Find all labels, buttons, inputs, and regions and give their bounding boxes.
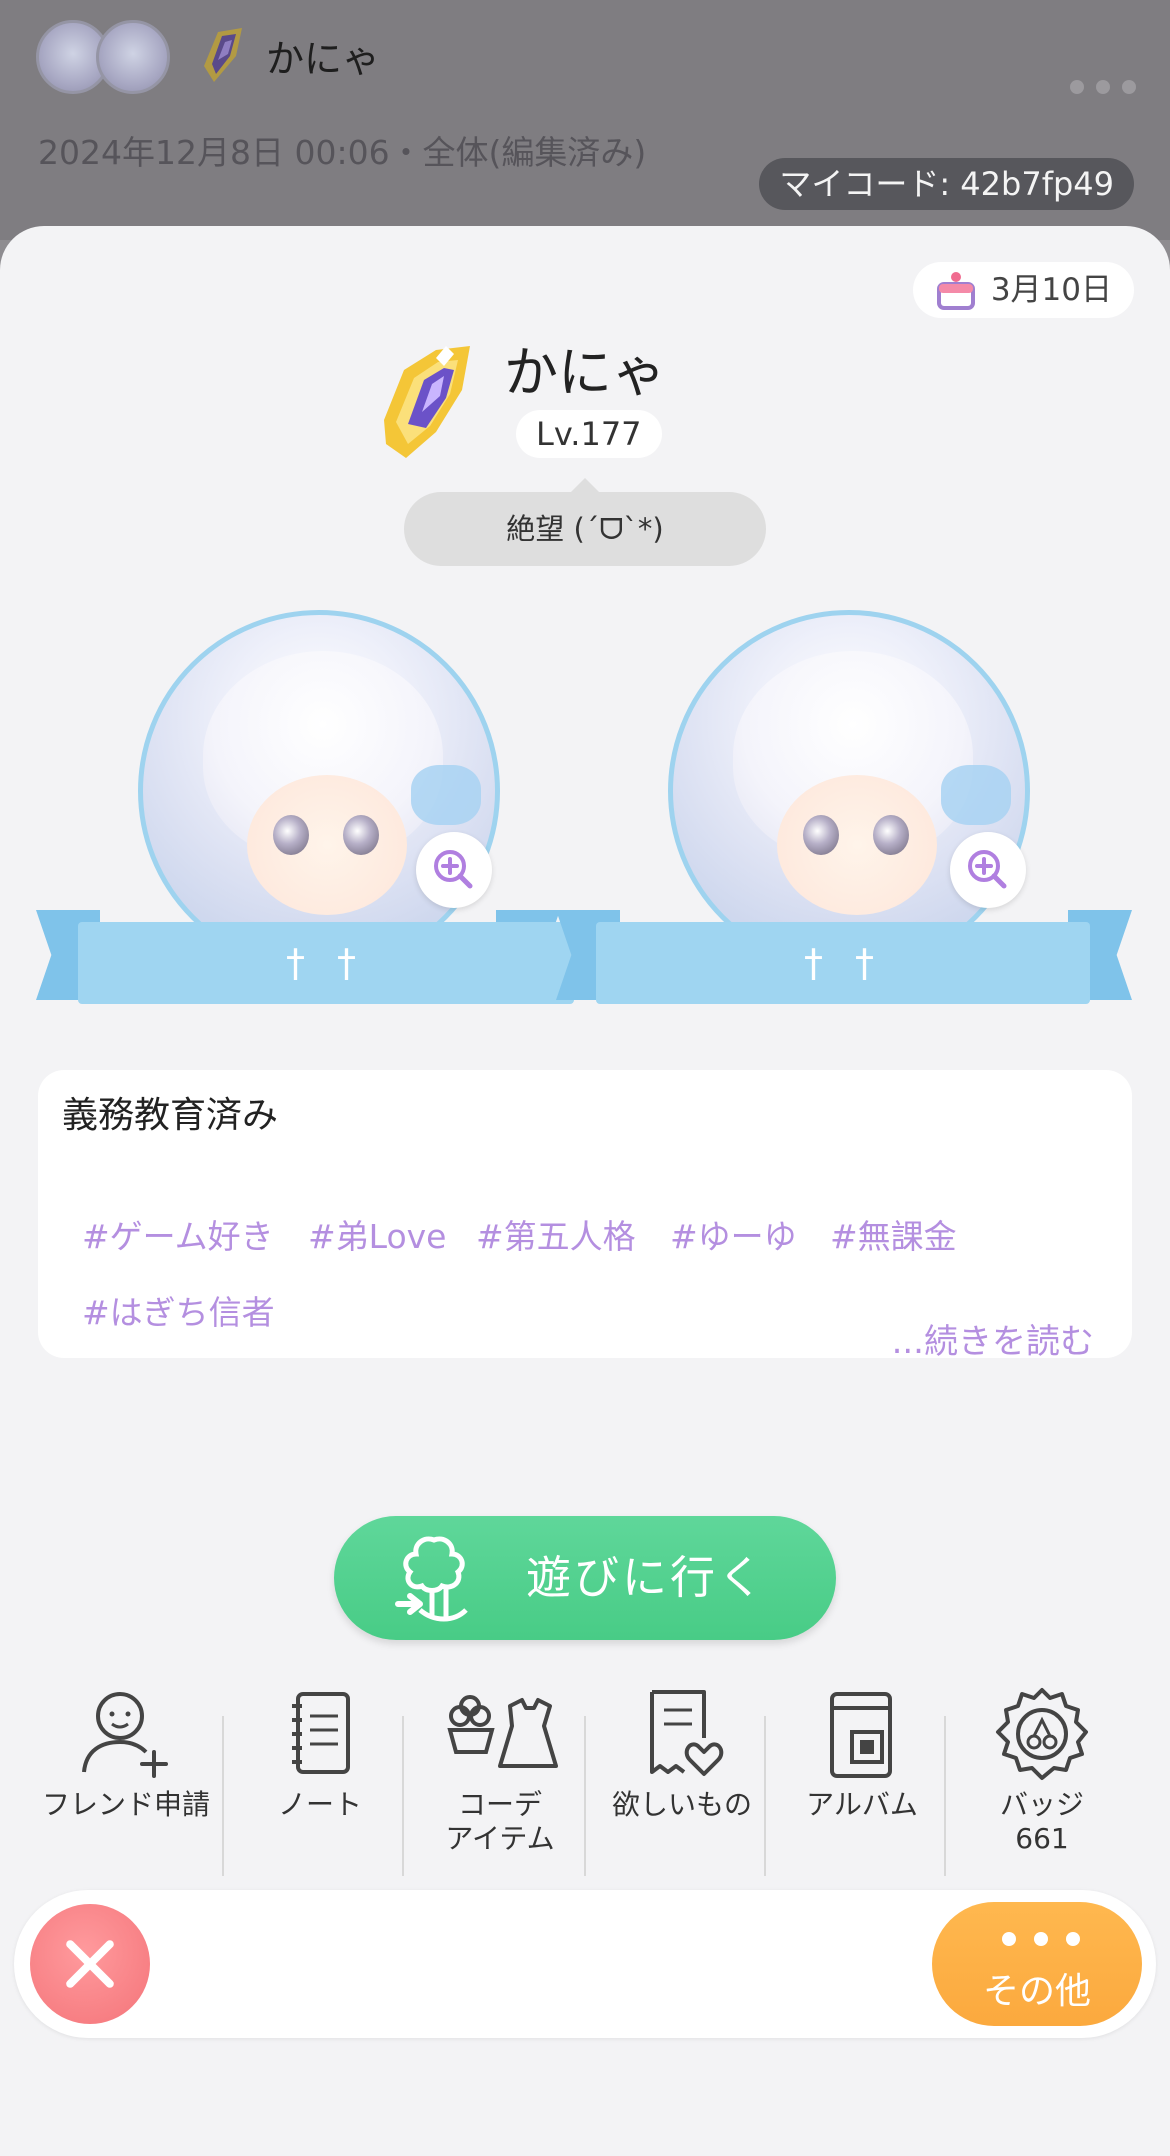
avatar-ribbon: † † xyxy=(556,910,1132,1010)
notebook-icon xyxy=(292,1692,350,1774)
outfit-items-button[interactable]: コーデ アイテム xyxy=(410,1686,590,1856)
action-row: フレンド申請 ノート コーデ アイテム 欲しいもの アルバム バッジ 661 xyxy=(36,1686,1136,1876)
tag[interactable]: #ゲーム好き xyxy=(82,1210,274,1258)
note-button[interactable]: ノート xyxy=(230,1686,410,1856)
zoom-in-icon[interactable] xyxy=(416,832,492,908)
background-post: かにゃ 2024年12月8日 00:06・全体(編集済み) マイコード: 42b… xyxy=(0,0,1170,240)
tag[interactable]: #はぎち信者 xyxy=(82,1286,275,1334)
tag[interactable]: #ゆーゆ xyxy=(670,1210,797,1258)
avatar-card-right: † † xyxy=(556,610,1132,1004)
tree-arrow-icon xyxy=(395,1536,468,1622)
tag[interactable]: #弟Love xyxy=(308,1210,446,1258)
go-play-button[interactable]: 遊びに行く xyxy=(334,1516,836,1640)
post-avatar xyxy=(96,20,170,94)
close-button[interactable] xyxy=(30,1904,150,2024)
post-avatars xyxy=(36,20,176,94)
action-label: コーデ アイテム xyxy=(445,1788,555,1855)
birthday-badge: 3月10日 xyxy=(912,262,1134,318)
post-date: 2024年12月8日 00:06・全体(編集済み) xyxy=(38,133,647,172)
bottom-bar: その他 xyxy=(14,1890,1156,2038)
crystal-badge-icon xyxy=(204,28,242,82)
birthday-text: 3月10日 xyxy=(990,272,1112,308)
bio-text: 義務教育済み xyxy=(62,1095,279,1136)
tag[interactable]: #第五人格 xyxy=(476,1210,636,1258)
action-label: ノート xyxy=(277,1788,362,1821)
album-icon xyxy=(830,1692,892,1778)
post-username: かにゃ xyxy=(266,37,381,81)
action-label: アルバム xyxy=(806,1788,918,1821)
other-button[interactable]: その他 xyxy=(932,1902,1142,2026)
more-icon xyxy=(1002,1932,1080,1946)
profile-sheet: 3月10日 かにゃ Lv.177 絶望 (´ᗜ`*) † † † † 義務教育済… xyxy=(0,226,1170,2156)
go-play-label: 遊びに行く xyxy=(526,1551,767,1604)
album-button[interactable]: アルバム xyxy=(772,1686,952,1856)
badge-icon xyxy=(996,1688,1088,1780)
action-label: 欲しいもの xyxy=(611,1788,752,1821)
avatar-ribbon: † † xyxy=(36,910,574,1010)
tag[interactable]: #無課金 xyxy=(830,1210,957,1258)
action-label: バッジ 661 xyxy=(999,1788,1084,1855)
zoom-in-icon[interactable] xyxy=(950,832,1026,908)
cake-icon xyxy=(936,272,975,310)
wishlist-button[interactable]: 欲しいもの xyxy=(592,1686,772,1856)
outfit-items-icon xyxy=(447,1695,558,1768)
more-options-icon[interactable] xyxy=(1070,80,1136,94)
action-label: フレンド申請 xyxy=(41,1788,210,1821)
avatar-card-left: † † xyxy=(36,610,574,1004)
wishlist-icon xyxy=(650,1690,724,1776)
read-more-link[interactable]: ...続きを読む xyxy=(892,1314,1094,1363)
other-label: その他 xyxy=(982,1971,1091,2012)
ribbon-label: † † xyxy=(803,941,885,985)
friend-request-button[interactable]: フレンド申請 xyxy=(36,1686,216,1856)
badge-button[interactable]: バッジ 661 xyxy=(952,1686,1132,1856)
profile-name: かにゃ xyxy=(504,341,666,404)
status-message: 絶望 (´ᗜ`*) xyxy=(404,478,766,566)
my-code-badge[interactable]: マイコード: 42b7fp49 xyxy=(759,158,1134,210)
crystal-badge-icon xyxy=(384,346,470,458)
add-friend-icon xyxy=(82,1692,168,1778)
bio-card: 義務教育済み #ゲーム好き #弟Love #第五人格 #ゆーゆ #無課金 #はぎ… xyxy=(38,1070,1132,1362)
level-badge: Lv.177 xyxy=(516,410,662,458)
ribbon-label: † † xyxy=(285,941,367,985)
